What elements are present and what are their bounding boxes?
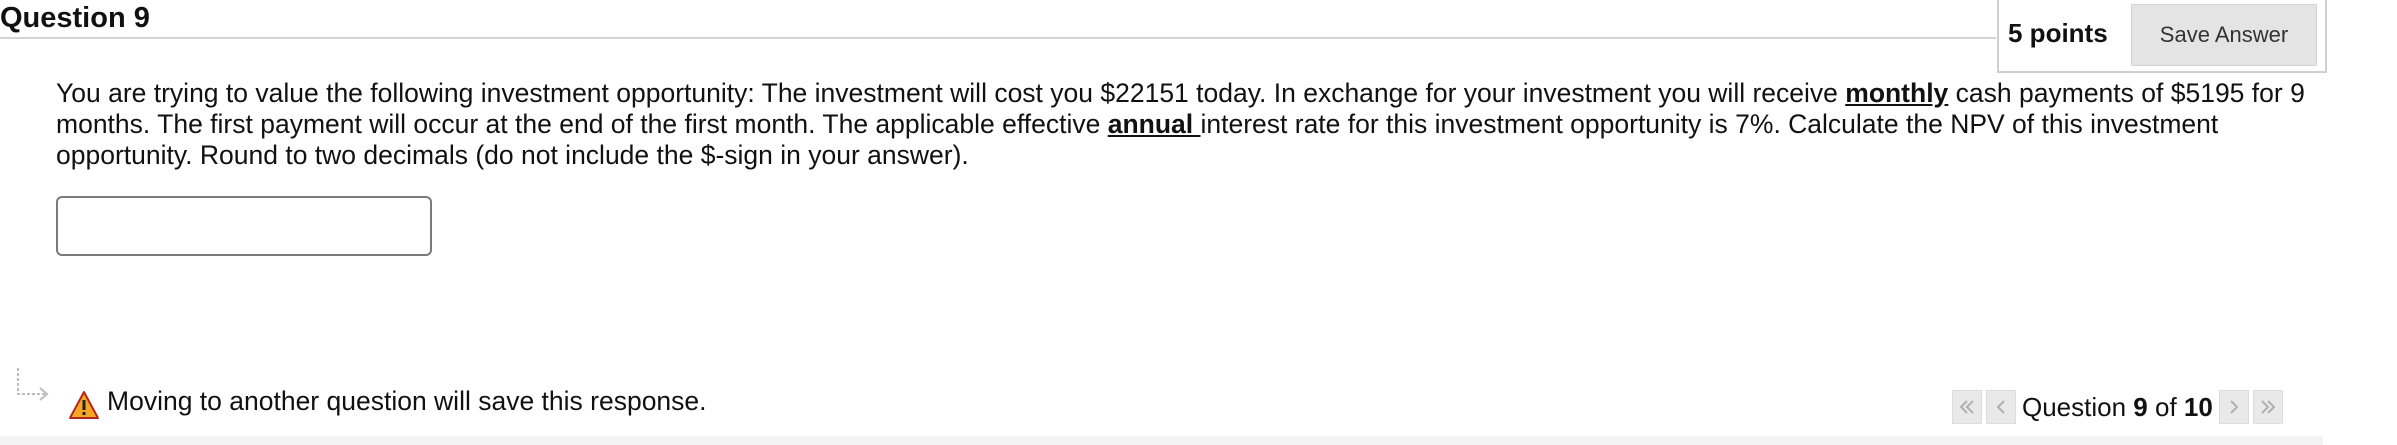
chevron-right-icon — [2230, 400, 2239, 414]
previous-question-button[interactable] — [1986, 390, 2016, 424]
question-page: Question 9 5 points Save Answer You are … — [0, 0, 2397, 445]
header-divider — [0, 37, 1996, 39]
question-text: You are trying to value the following in… — [56, 78, 2306, 171]
double-chevron-right-icon — [2261, 400, 2276, 414]
autosave-message: Moving to another question will save thi… — [107, 386, 707, 416]
last-question-button[interactable] — [2252, 390, 2283, 424]
question-position: Question 9 of 10 — [2022, 392, 2213, 423]
nav-prefix: Question — [2022, 391, 2134, 422]
double-chevron-left-icon — [1959, 400, 1974, 414]
first-question-button[interactable] — [1952, 390, 1982, 424]
points-label: 5 points — [2008, 18, 2108, 48]
question-title: Question 9 — [0, 2, 150, 34]
annual-emphasis: annual — [1107, 109, 1201, 139]
points-panel: 5 points Save Answer — [1997, 0, 2327, 73]
answer-input[interactable] — [56, 196, 432, 256]
connector-arrow-icon — [17, 368, 49, 401]
question-text-part-1: You are trying to value the following in… — [56, 78, 1846, 108]
nav-total: 10 — [2183, 391, 2213, 422]
footer-bar — [0, 436, 2323, 445]
nav-middle: of — [2147, 391, 2184, 422]
next-question-button[interactable] — [2218, 390, 2249, 424]
monthly-emphasis: monthly — [1845, 78, 1949, 108]
warning-triangle-icon — [69, 391, 99, 419]
chevron-left-icon — [1996, 400, 2005, 414]
nav-current: 9 — [2133, 391, 2148, 422]
save-answer-button[interactable]: Save Answer — [2131, 4, 2317, 66]
question-navigation: Question 9 of 10 — [1952, 390, 2287, 424]
